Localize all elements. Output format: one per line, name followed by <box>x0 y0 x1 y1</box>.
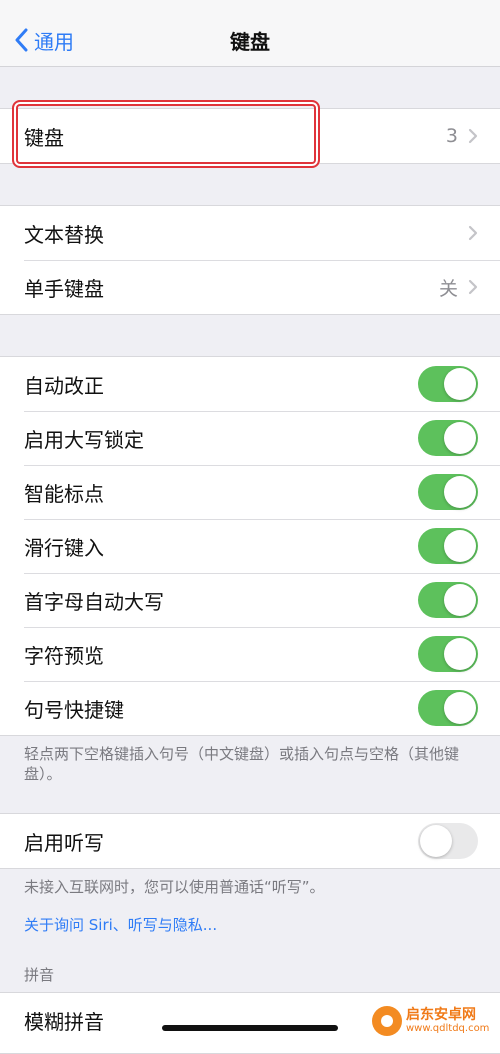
toggle-knob <box>444 422 476 454</box>
toggle-row: 自动改正 <box>0 357 500 411</box>
toggle-knob <box>444 368 476 400</box>
watermark: 启东安卓网 www.qdltdq.com <box>372 1000 500 1042</box>
toggle-row: 滑行键入 <box>0 519 500 573</box>
toggle-row: 字符预览 <box>0 627 500 681</box>
text-group: 文本替换 单手键盘 关 <box>0 205 500 315</box>
toggle-knob <box>444 638 476 670</box>
auto-correction-label: 自动改正 <box>24 373 104 398</box>
toggle-knob <box>420 825 452 857</box>
dictation-toggle[interactable] <box>418 823 478 859</box>
caps-lock-label: 启用大写锁定 <box>24 427 144 452</box>
toggle-knob <box>444 476 476 508</box>
navigation-bar: 通用 键盘 <box>0 0 500 67</box>
smart-punctuation-toggle[interactable] <box>418 474 478 510</box>
toggle-knob <box>444 584 476 616</box>
period-shortcut-label: 句号快捷键 <box>24 697 124 722</box>
slide-to-type-label: 滑行键入 <box>24 535 104 560</box>
dictation-note: 未接入互联网时，您可以使用普通话“听写”。 <box>24 878 325 896</box>
dictation-group: 启用听写 <box>0 813 500 869</box>
keyboards-count: 3 <box>445 125 458 147</box>
period-shortcut-note: 轻点两下空格键插入句号（中文键盘）或插入句点与空格（其他键盘）。 <box>24 745 460 783</box>
toggle-row: 首字母自动大写 <box>0 573 500 627</box>
character-preview-toggle[interactable] <box>418 636 478 672</box>
auto-capitalization-toggle[interactable] <box>418 582 478 618</box>
one-hand-keyboard-row[interactable]: 单手键盘 关 <box>0 260 500 314</box>
toggle-row: 智能标点 <box>0 465 500 519</box>
text-replacement-row[interactable]: 文本替换 <box>0 206 500 260</box>
watermark-main: 启东安卓网 <box>406 1007 476 1023</box>
watermark-logo-icon <box>372 1006 402 1036</box>
auto-correction-toggle[interactable] <box>418 366 478 402</box>
dictation-label: 启用听写 <box>24 830 104 855</box>
period-shortcut-toggle[interactable] <box>418 690 478 726</box>
toggle-knob <box>444 692 476 724</box>
one-hand-keyboard-value: 关 <box>438 277 458 300</box>
siri-privacy-link[interactable]: 关于询问 Siri、听写与隐私... <box>24 914 217 935</box>
keyboard-options-group: 自动改正 启用大写锁定 智能标点 滑行键入 首字母自动大写 字符预览 句号快捷键 <box>0 356 500 736</box>
chevron-right-icon <box>468 128 478 144</box>
home-indicator[interactable] <box>162 1025 338 1031</box>
page-title: 键盘 <box>230 30 270 54</box>
one-hand-keyboard-label: 单手键盘 <box>24 276 104 301</box>
watermark-sub: www.qdltdq.com <box>406 1023 490 1034</box>
text-replacement-label: 文本替换 <box>24 222 104 247</box>
dictation-row: 启用听写 <box>0 814 500 868</box>
slide-to-type-toggle[interactable] <box>418 528 478 564</box>
chevron-right-icon <box>468 225 478 241</box>
toggle-knob <box>444 530 476 562</box>
auto-capitalization-label: 首字母自动大写 <box>24 589 164 614</box>
highlight-annotation <box>12 100 320 168</box>
toggle-row: 句号快捷键 <box>0 681 500 735</box>
character-preview-label: 字符预览 <box>24 643 104 668</box>
caps-lock-toggle[interactable] <box>418 420 478 456</box>
pinyin-section-header: 拼音 <box>24 966 55 984</box>
smart-punctuation-label: 智能标点 <box>24 481 104 506</box>
chevron-right-icon <box>468 279 478 295</box>
toggle-row: 启用大写锁定 <box>0 411 500 465</box>
watermark-text: 启东安卓网 www.qdltdq.com <box>406 1007 489 1035</box>
